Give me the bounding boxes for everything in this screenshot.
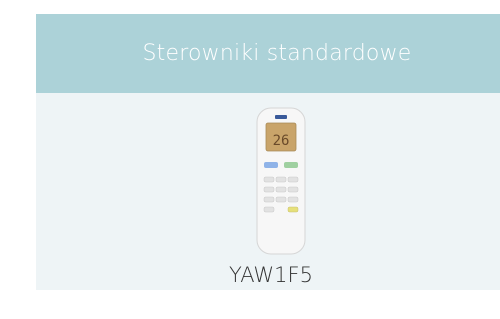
controller-card: Sterowniki standardowe 26 YAW1F5 xyxy=(36,14,500,290)
product-name: YAW1F5 xyxy=(229,263,313,287)
card-title: Sterowniki standardowe xyxy=(142,41,412,66)
card-header: Sterowniki standardowe xyxy=(36,14,500,93)
remote-control-icon[interactable]: 26 xyxy=(254,107,308,257)
lcd-temperature: 26 xyxy=(273,133,290,149)
